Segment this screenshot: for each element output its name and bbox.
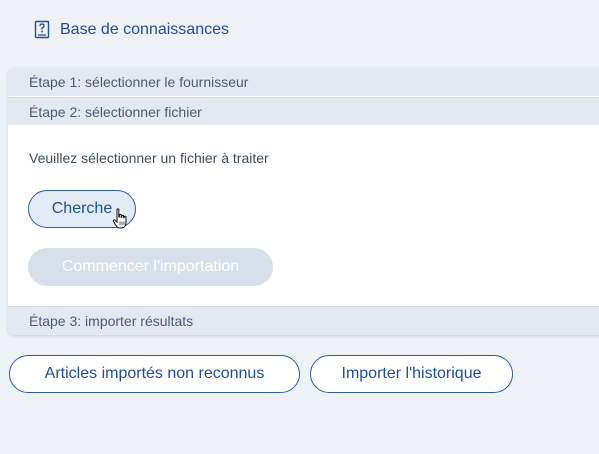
hand-pointer-icon — [112, 208, 130, 235]
import-history-button[interactable]: Importer l'historique — [310, 355, 513, 393]
unrecognized-articles-button[interactable]: Articles importés non reconnus — [9, 355, 300, 393]
unrecognized-articles-label: Articles importés non reconnus — [44, 365, 265, 382]
import-history-label: Importer l'historique — [341, 365, 482, 382]
start-import-button[interactable]: Commencer l'importation — [28, 248, 273, 286]
step-3-header[interactable]: Étape 3: importer résultats — [8, 306, 599, 335]
step-2-header[interactable]: Étape 2: sélectionner fichier — [8, 97, 599, 125]
knowledge-base-link[interactable]: Base de connaissances — [34, 20, 229, 39]
step-1-header[interactable]: Étape 1: sélectionner le fournisseur — [8, 68, 599, 96]
help-book-icon — [34, 20, 50, 39]
browse-button-label: Cherche — [51, 200, 113, 217]
file-instruction: Veuillez sélectionner un fichier à trait… — [29, 150, 269, 166]
start-import-label: Commencer l'importation — [61, 258, 240, 275]
import-wizard: Étape 1: sélectionner le fournisseur Éta… — [8, 68, 599, 335]
knowledge-base-label: Base de connaissances — [60, 20, 229, 38]
